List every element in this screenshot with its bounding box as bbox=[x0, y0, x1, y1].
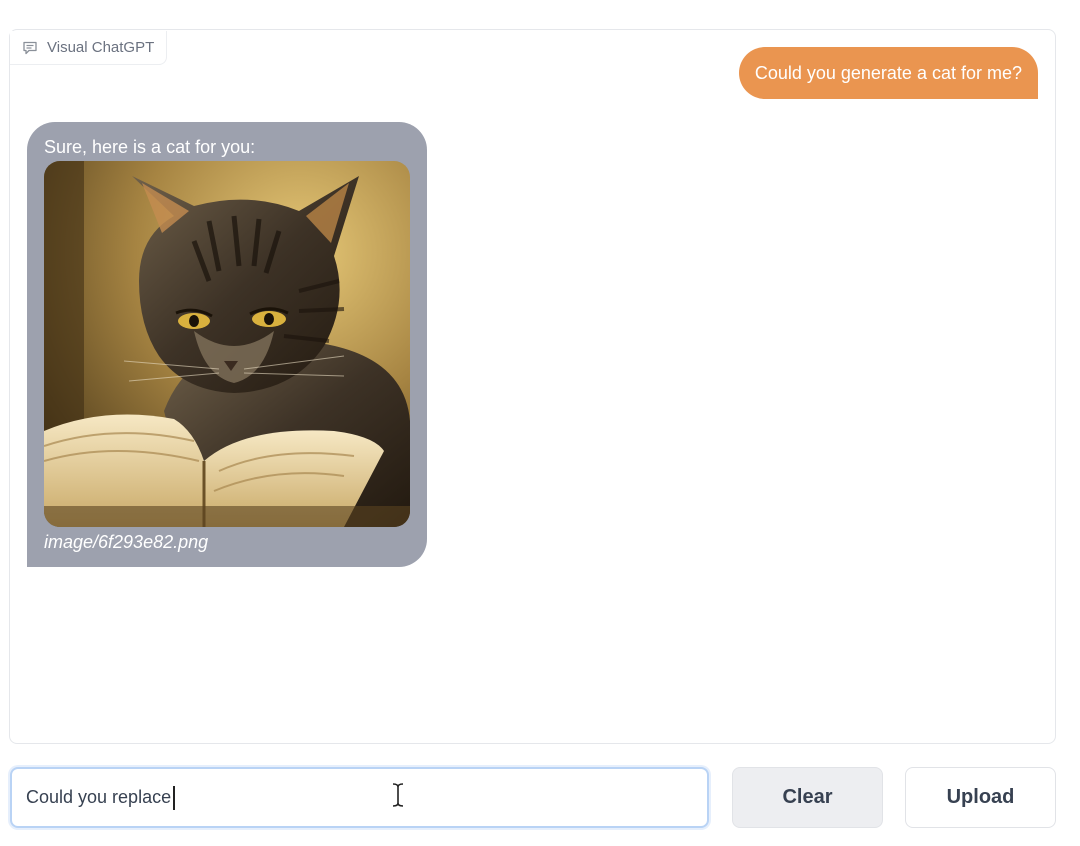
user-message: Could you generate a cat for me? bbox=[738, 47, 1038, 99]
bot-message: Sure, here is a cat for you: image/6f293… bbox=[27, 122, 427, 567]
chatbot-label-text: Visual ChatGPT bbox=[47, 39, 155, 56]
ibeam-cursor-icon bbox=[388, 782, 408, 808]
clear-button[interactable]: Clear bbox=[732, 767, 883, 828]
image-path-text: image/6f293e82.png bbox=[44, 532, 209, 552]
message-input[interactable]: Could you replace bbox=[10, 767, 709, 828]
generated-cat-image bbox=[44, 161, 410, 527]
chatbot-label: Visual ChatGPT bbox=[10, 31, 168, 65]
clear-button-label: Clear bbox=[782, 786, 833, 808]
message-input-text: Could you replace bbox=[26, 787, 172, 807]
chat-icon bbox=[22, 40, 38, 56]
text-caret bbox=[173, 785, 175, 810]
bot-message-text: Sure, here is a cat for you: bbox=[44, 137, 256, 157]
upload-button[interactable]: Upload bbox=[905, 767, 1056, 828]
upload-button-label: Upload bbox=[946, 786, 1015, 808]
user-message-text: Could you generate a cat for me? bbox=[754, 62, 1022, 83]
